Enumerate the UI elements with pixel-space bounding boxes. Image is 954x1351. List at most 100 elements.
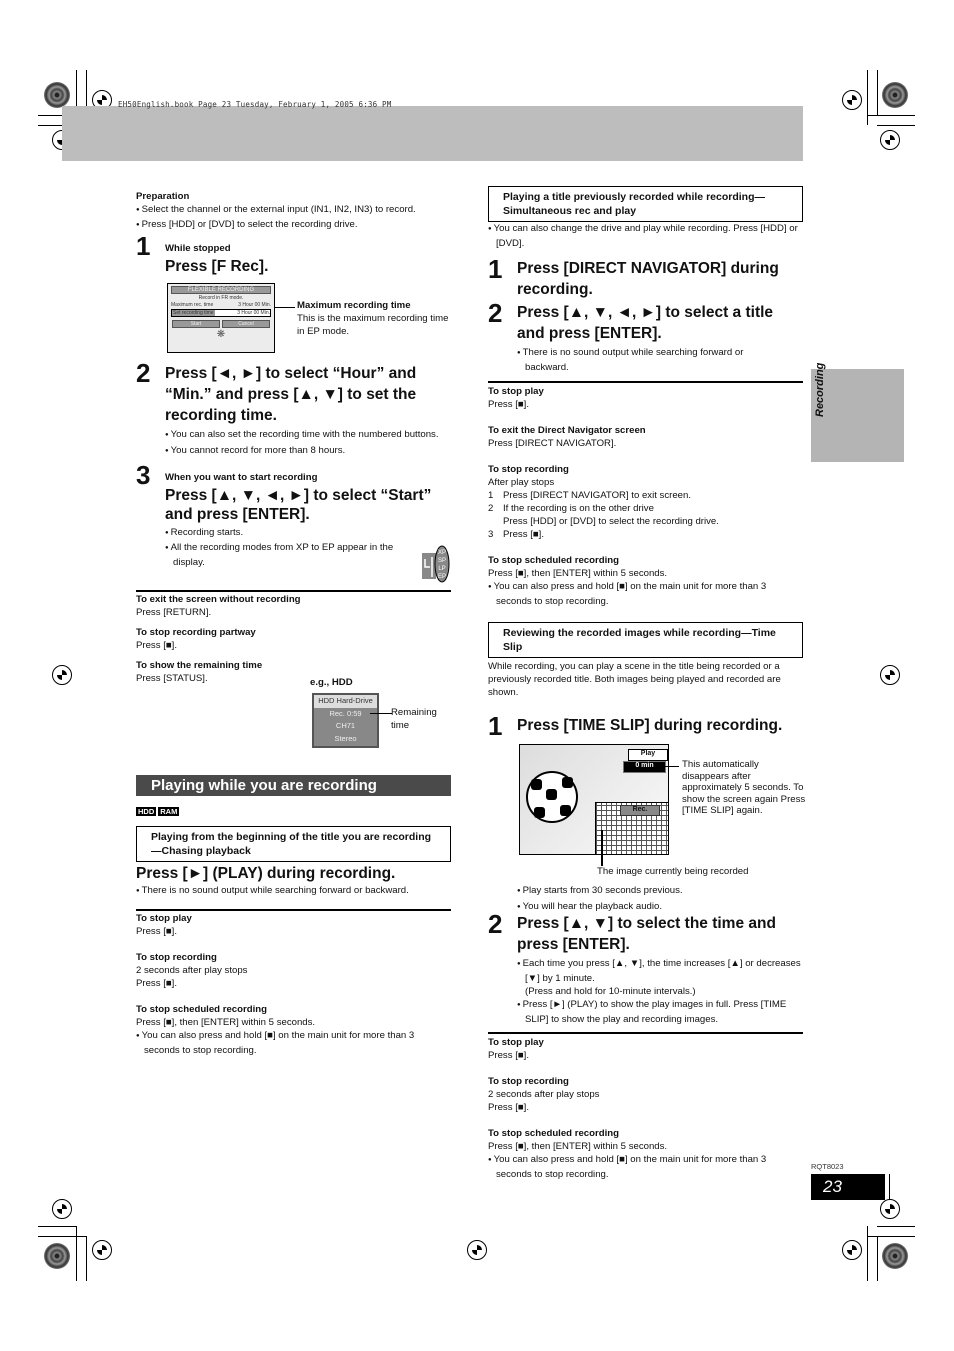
remaining-time-callout: Remaining time xyxy=(391,707,437,731)
fr-cancel-button[interactable]: Cancel xyxy=(222,320,270,328)
step-number: 2 xyxy=(136,358,151,388)
preparation-bullet: Press [HDD] or [DVD] to select the recor… xyxy=(136,218,451,233)
step-bullet: All the recording modes from XP to EP ap… xyxy=(165,541,405,569)
note-title: To stop recording partway xyxy=(136,627,256,638)
left-notes: To exit the screen without recording Pre… xyxy=(136,593,306,685)
note-text: 2 seconds after play stops xyxy=(136,965,248,976)
note-title: To exit the screen without recording xyxy=(136,594,301,605)
step-bullet: You cannot record for more than 8 hours. xyxy=(165,444,455,459)
step-bullet: You can also set the recording time with… xyxy=(165,428,455,443)
note-bullet: You can also press and hold [■] on the m… xyxy=(136,1029,451,1057)
step-number: 1 xyxy=(136,231,151,261)
registration-mark xyxy=(52,1199,72,1219)
registration-rosette xyxy=(44,82,70,108)
divider xyxy=(136,590,451,592)
step-bullet: Play starts from 30 seconds previous. xyxy=(517,884,807,899)
divider xyxy=(488,381,803,383)
note-text: After play stops xyxy=(488,477,555,488)
numbered-item-cont: Press [HDD] or [DVD] to select the recor… xyxy=(503,516,719,527)
note-text: Press [DIRECT NAVIGATOR]. xyxy=(488,438,617,449)
step-title: Press [TIME SLIP] during recording. xyxy=(517,717,783,734)
timeslip-intro: While recording, you can play a scene in… xyxy=(488,661,781,698)
subsection-box: Reviewing the recorded images while reco… xyxy=(488,622,803,658)
hdd-line: HDD Hard-Drive xyxy=(314,695,377,708)
fr-start-button[interactable]: Start xyxy=(172,320,220,328)
preparation-title: Preparation xyxy=(136,191,190,202)
note-bullet: You can also press and hold [■] on the m… xyxy=(488,1153,803,1181)
callout-line xyxy=(370,713,392,714)
mode-lp: LP xyxy=(438,566,445,572)
note-text: 2 seconds after play stops xyxy=(488,1089,600,1100)
step-bullet: Press [►] (PLAY) to show the play images… xyxy=(517,998,807,1026)
step-title: Press [▲, ▼] to select the time and pres… xyxy=(517,915,776,953)
play-label: Play xyxy=(628,749,668,761)
timeslip-callout: This automatically disappears after appr… xyxy=(682,759,806,816)
page-number-bar xyxy=(889,1174,890,1200)
numbered-item: 1 Press [DIRECT NAVIGATOR] to exit screen… xyxy=(488,490,692,501)
note-text: Press [■], then [ENTER] within 5 seconds… xyxy=(488,1141,668,1152)
fr-set-label: Set recording time xyxy=(172,310,215,316)
note-title: To stop play xyxy=(488,386,544,397)
timeslip-bullets: Play starts from 30 seconds previous. Yo… xyxy=(517,884,807,915)
numbered-item: 3 Press [■]. xyxy=(488,529,544,540)
header-band xyxy=(62,106,803,161)
note-title: To stop recording xyxy=(488,464,569,475)
intro-bullet: You can also change the drive and play w… xyxy=(488,222,803,250)
caption-line xyxy=(601,830,603,866)
remote-icon: ❋ xyxy=(216,329,226,340)
left-bottom-notes: To stop play Press [■]. To stop recordin… xyxy=(136,912,451,1057)
timeslip-step-2: Press [▲, ▼] to select the time and pres… xyxy=(517,913,807,1026)
step-number: 1 xyxy=(488,254,503,284)
subsection-box: Playing a title previously recorded whil… xyxy=(488,186,803,222)
note-bullet: You can also press and hold [■] on the m… xyxy=(488,580,803,608)
note-title: To stop play xyxy=(136,913,192,924)
right-notes: To stop play Press [■]. To exit the Dire… xyxy=(488,385,803,608)
fr-max-label: Maximum rec. time xyxy=(171,302,214,308)
note-text: Press [■]. xyxy=(136,978,177,989)
callout-line xyxy=(665,766,679,767)
step-number: 2 xyxy=(488,298,503,328)
registration-mark xyxy=(52,665,72,685)
step-note: (Press and hold for 10-minute intervals.… xyxy=(525,986,696,997)
fr-screen-subtitle: Record in FR mode. xyxy=(198,295,244,301)
step-2: Press [◄, ►] to select “Hour” and “Min.”… xyxy=(165,363,455,459)
mode-sp: SP xyxy=(438,558,446,564)
step-bullet: There is no sound output while searching… xyxy=(136,884,451,899)
step-title: Press [▲, ▼, ◄, ►] to select a title and… xyxy=(517,304,774,342)
fr-max-value: 3 Hour 00 Min. xyxy=(238,302,271,308)
note-text: Press [■], then [ENTER] within 5 seconds… xyxy=(136,1017,316,1028)
registration-rosette xyxy=(882,82,908,108)
subsection-box: Playing from the beginning of the title … xyxy=(136,826,451,862)
note-title: To exit the Direct Navigator screen xyxy=(488,425,646,436)
registration-mark xyxy=(92,1240,112,1260)
step-3: When you want to start recording Press [… xyxy=(165,471,455,569)
section-title: Playing while you are recording xyxy=(136,775,451,796)
step-bullet: Recording starts. xyxy=(165,526,455,541)
side-tab: Recording xyxy=(811,363,904,462)
image-caption: The image currently being recorded xyxy=(597,866,749,877)
note-text: Press [■]. xyxy=(488,1102,529,1113)
registration-mark xyxy=(880,665,900,685)
note-text: Press [STATUS]. xyxy=(136,673,208,684)
right-bottom-notes: To stop play Press [■]. To stop recordin… xyxy=(488,1036,803,1181)
tag-ram: RAM xyxy=(158,807,180,816)
step-bullet: Each time you press [▲, ▼], the time inc… xyxy=(517,957,807,985)
callout-title: Maximum recording time xyxy=(297,300,411,311)
callout-text: This is the maximum recording time in EP… xyxy=(297,313,449,337)
note-text: Press [■]. xyxy=(136,926,177,937)
step-number: 1 xyxy=(488,711,503,741)
print-header: EH50English.book Page 23 Tuesday, Februa… xyxy=(118,100,392,109)
flexible-recording-screen: FLEXIBLE RECORDING Record in FR mode. Ma… xyxy=(167,283,275,353)
hdd-example-label: e.g., HDD xyxy=(310,677,353,688)
rec-label: Rec. xyxy=(620,805,660,816)
mode-ep: EP xyxy=(438,574,446,580)
registration-mark xyxy=(467,1240,487,1260)
divider xyxy=(136,909,451,911)
note-text: Press [■]. xyxy=(488,399,529,410)
step-number: 2 xyxy=(488,909,503,939)
step-title: Press [◄, ►] to select “Hour” and “Min.”… xyxy=(165,365,417,424)
step-title: Press [F Rec]. xyxy=(165,258,269,275)
note-text: Press [■]. xyxy=(136,640,177,651)
callout-line xyxy=(275,307,295,308)
step-2: Press [▲, ▼, ◄, ►] to select a title and… xyxy=(517,302,803,374)
